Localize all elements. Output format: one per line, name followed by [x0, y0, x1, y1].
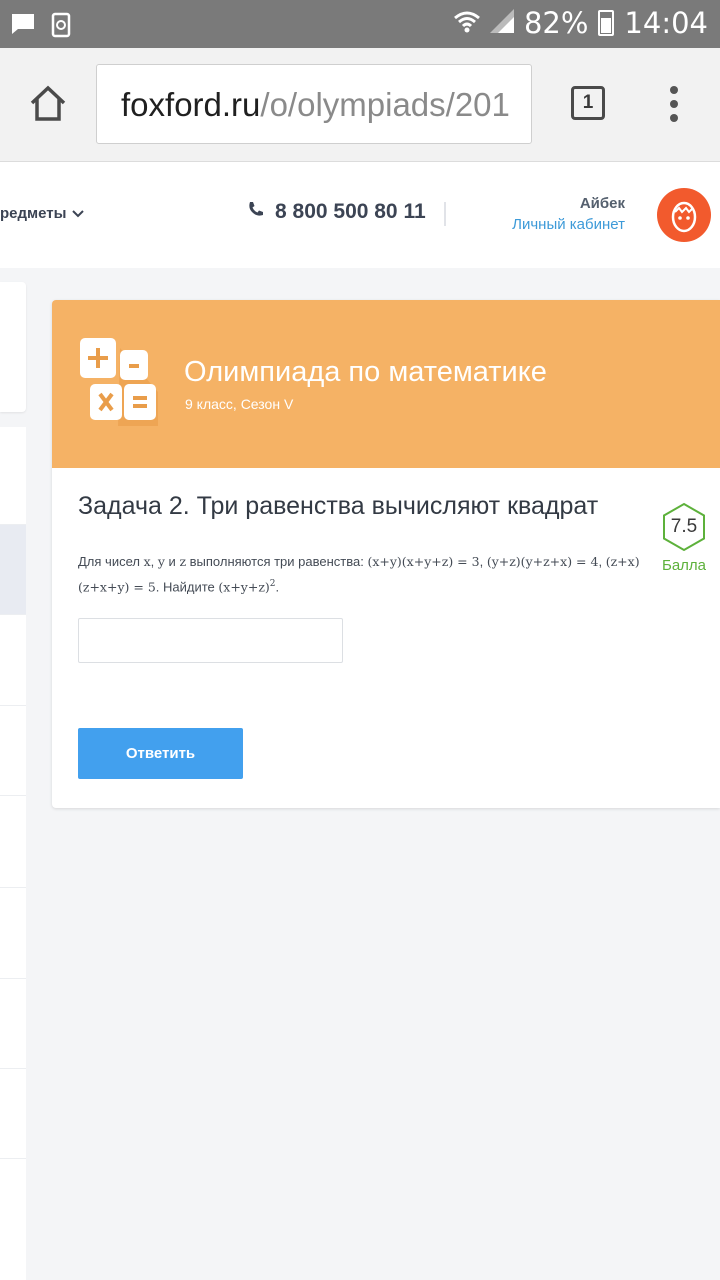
- site-header: редметы 8 800 500 80 11 Айбек Личный каб…: [0, 162, 720, 268]
- equation: (x+y+z): [218, 579, 270, 595]
- olympiad-subtitle: 9 класс, Сезон V: [185, 396, 294, 412]
- chevron-down-icon: [72, 205, 85, 222]
- score-value: 7.5: [670, 516, 698, 537]
- math-var: y: [157, 554, 165, 569]
- header-divider: [444, 202, 446, 226]
- phone-link[interactable]: 8 800 500 80 11: [247, 200, 426, 224]
- problem-text: выполняются три равенства:: [186, 554, 368, 569]
- problem-text: ,: [150, 554, 158, 569]
- phone-number: 8 800 500 80 11: [275, 200, 426, 223]
- user-name: Айбек: [579, 195, 625, 212]
- url-host: foxford.ru: [121, 86, 261, 123]
- sidebar-item[interactable]: [0, 888, 26, 979]
- task-card: Олимпиада по математике 9 класс, Сезон V…: [52, 300, 720, 808]
- home-icon[interactable]: [26, 82, 70, 126]
- browser-toolbar: foxford.ru/o/olympiads/201 1: [0, 48, 720, 162]
- sidebar-item[interactable]: [0, 706, 26, 796]
- status-bar: 82% 14:04: [0, 0, 720, 48]
- url-bar[interactable]: foxford.ru/o/olympiads/201: [96, 64, 532, 144]
- calculator-icon: [80, 338, 160, 428]
- equation: (y+z)(y+z+x) = 4: [486, 554, 599, 569]
- equation: (x+y)(x+y+z) = 3: [367, 554, 480, 569]
- problem-text: Для чисел: [78, 554, 144, 569]
- url-path: /o/olympiads/201: [260, 86, 510, 123]
- signal-icon: [489, 6, 514, 40]
- sidebar-item[interactable]: [0, 796, 26, 888]
- problem-text: .: [275, 579, 280, 595]
- sidebar-item[interactable]: [0, 427, 26, 525]
- battery-percent: 82%: [523, 6, 589, 40]
- sidebar-card: [0, 282, 26, 412]
- answer-input[interactable]: [78, 618, 343, 663]
- subjects-menu[interactable]: редметы: [0, 205, 85, 222]
- sidebar-task-list: [0, 427, 26, 1280]
- subjects-label: редметы: [0, 205, 67, 222]
- math-var: x: [143, 554, 151, 569]
- problem-text: и: [164, 554, 180, 569]
- olympiad-header: Олимпиада по математике 9 класс, Сезон V: [52, 300, 720, 468]
- problem-statement: Для чисел x, y и z выполняются три равен…: [78, 550, 678, 598]
- sidebar-item-active[interactable]: [0, 525, 26, 615]
- message-icon: [10, 12, 36, 43]
- problem-text: . Найдите: [155, 579, 219, 595]
- avatar[interactable]: [657, 188, 711, 242]
- problem-text: ,: [479, 554, 487, 569]
- wifi-icon: [453, 6, 480, 40]
- battery-icon: [598, 10, 615, 36]
- clock: 14:04: [624, 6, 708, 40]
- phone-icon: [247, 200, 265, 224]
- task-title: Задача 2. Три равенства вычисляют квадра…: [78, 492, 599, 520]
- recycle-icon: [50, 12, 72, 43]
- olympiad-title: Олимпиада по математике: [184, 356, 547, 388]
- problem-text: ,: [598, 554, 606, 569]
- overflow-menu-icon[interactable]: [664, 86, 684, 126]
- submit-answer-button[interactable]: Ответить: [78, 728, 243, 779]
- tabs-icon[interactable]: 1: [571, 86, 605, 120]
- cabinet-link[interactable]: Личный кабинет: [512, 216, 625, 233]
- sidebar-item[interactable]: [0, 615, 26, 706]
- sidebar-item[interactable]: [0, 979, 26, 1069]
- sidebar-item[interactable]: [0, 1069, 26, 1159]
